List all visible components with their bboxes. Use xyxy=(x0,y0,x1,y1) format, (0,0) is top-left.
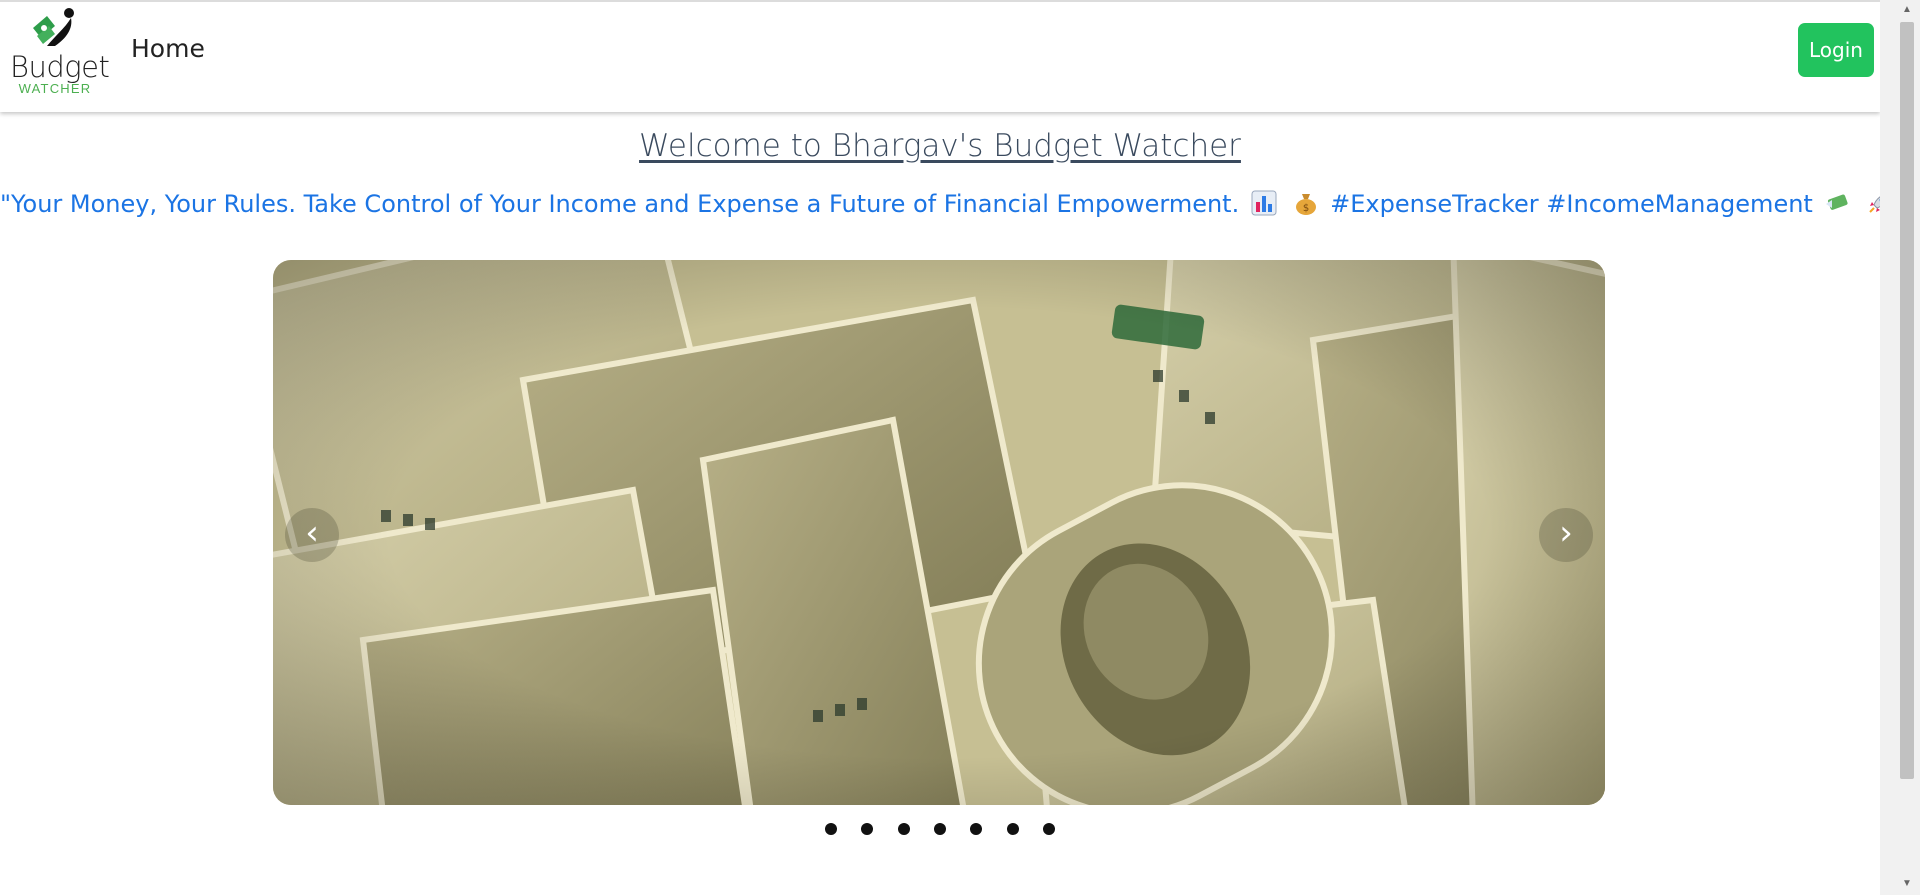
scroll-up-arrow-icon[interactable]: ▲ xyxy=(1900,4,1914,16)
carousel-indicator[interactable] xyxy=(1043,823,1056,835)
brand-logo[interactable]: Budget WATCHER xyxy=(10,6,110,110)
banknotes-image xyxy=(273,260,1605,805)
carousel-indicator[interactable] xyxy=(861,823,874,835)
navbar: Budget WATCHER Home Login xyxy=(0,0,1880,112)
carousel-next-button[interactable]: › xyxy=(1539,508,1593,562)
image-carousel[interactable]: ‹ › xyxy=(273,260,1605,805)
tagline-hashtags: #ExpenseTracker #IncomeManagement xyxy=(1330,190,1813,218)
carousel-indicator[interactable] xyxy=(824,823,837,835)
money-with-wings-icon xyxy=(1826,194,1849,210)
tagline: "Your Money, Your Rules. Take Control of… xyxy=(0,190,1915,218)
page: Budget WATCHER Home Login Welcome to Bha… xyxy=(0,0,1920,895)
brand-name: Budget xyxy=(10,50,110,84)
carousel-indicator[interactable] xyxy=(897,823,910,835)
logo-icon xyxy=(33,8,74,46)
carousel-indicator[interactable] xyxy=(934,823,946,835)
tagline-text: "Your Money, Your Rules. Take Control of… xyxy=(0,190,1240,218)
vertical-scrollbar[interactable]: ▲ ▼ xyxy=(1880,0,1920,895)
carousel-indicators xyxy=(0,822,1880,840)
carousel-indicator[interactable] xyxy=(1006,823,1019,835)
svg-text:$: $ xyxy=(1302,203,1308,214)
scrollbar-thumb[interactable] xyxy=(1900,22,1914,779)
nav-home-link[interactable]: Home xyxy=(131,34,205,63)
page-title: Welcome to Bhargav's Budget Watcher xyxy=(639,128,1241,164)
bar-chart-icon xyxy=(1251,190,1277,216)
login-button[interactable]: Login xyxy=(1798,23,1874,77)
carousel-prev-button[interactable]: ‹ xyxy=(285,508,339,562)
carousel-indicator[interactable] xyxy=(970,823,983,835)
brand-subtitle: WATCHER xyxy=(18,81,92,96)
scroll-down-arrow-icon[interactable]: ▼ xyxy=(1900,878,1914,890)
money-bag-icon: $ xyxy=(1295,194,1316,215)
